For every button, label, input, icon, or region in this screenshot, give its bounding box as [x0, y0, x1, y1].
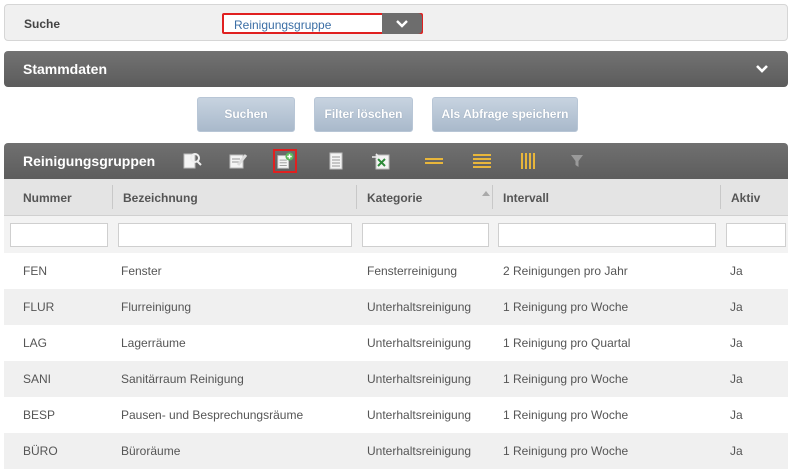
cell-bezeichnung: Lagerräume: [121, 336, 186, 350]
cell-aktiv: Ja: [730, 264, 743, 278]
cell-bezeichnung: Fenster: [121, 264, 162, 278]
search-label: Suche: [24, 17, 61, 31]
cell-bezeichnung: Flurreinigung: [121, 300, 192, 314]
stammdaten-panel-header[interactable]: Stammdaten: [4, 51, 788, 87]
add-doc-icon[interactable]: [273, 149, 297, 173]
column-header-bezeichnung[interactable]: Bezeichnung: [123, 191, 198, 205]
cell-aktiv: Ja: [730, 408, 743, 422]
cell-kategorie: Unterhaltsreinigung: [367, 408, 472, 422]
cell-kategorie: Unterhaltsreinigung: [367, 372, 472, 386]
column-header-aktiv[interactable]: Aktiv: [731, 191, 760, 205]
cell-bezeichnung: Büroräume: [121, 444, 181, 458]
document-icon[interactable]: [324, 149, 348, 173]
table-row[interactable]: BESP Pausen- und Besprechungsräume Unterha…: [4, 397, 788, 433]
cell-aktiv: Ja: [730, 300, 743, 314]
cell-intervall: 2 Reinigungen pro Jahr: [503, 264, 628, 278]
clear-filter-button[interactable]: Filter löschen: [314, 97, 413, 132]
filter-bezeichnung-input[interactable]: [118, 223, 352, 247]
cell-nummer: BÜRO: [23, 444, 58, 458]
grid-column-headers: Nummer Bezeichnung Kategorie Intervall A…: [4, 179, 788, 216]
filter-intervall-input[interactable]: [498, 223, 716, 247]
stammdaten-title: Stammdaten: [23, 61, 108, 77]
cell-nummer: LAG: [23, 336, 48, 350]
chevron-down-icon: [396, 20, 408, 28]
cell-intervall: 1 Reinigung pro Woche: [503, 372, 629, 386]
cell-kategorie: Unterhaltsreinigung: [367, 336, 472, 350]
edit-doc-icon[interactable]: [226, 149, 250, 173]
cell-aktiv: Ja: [730, 444, 743, 458]
filter-icon[interactable]: [565, 149, 589, 173]
columns-icon[interactable]: [517, 149, 541, 173]
filter-nummer-input[interactable]: [10, 223, 108, 247]
table-row[interactable]: FLUR Flurreinigung Unterhaltsreinigung 1 Re…: [4, 289, 788, 325]
column-header-kategorie[interactable]: Kategorie: [367, 191, 422, 205]
rows-view-icon[interactable]: [470, 149, 494, 173]
table-row[interactable]: BÜRO Büroräume Unterhaltsreinigung 1 Reinig…: [4, 433, 788, 469]
cell-nummer: FEN: [23, 264, 47, 278]
excel-export-icon[interactable]: [370, 149, 394, 173]
column-header-nummer[interactable]: Nummer: [23, 191, 72, 205]
search-bar: Suche Reinigungsgruppe: [4, 4, 788, 41]
table-row[interactable]: LAG Lagerräume Unterhaltsreinigung 1 Reinig…: [4, 325, 788, 361]
cell-aktiv: Ja: [730, 372, 743, 386]
column-header-intervall[interactable]: Intervall: [503, 191, 549, 205]
cell-nummer: BESP: [23, 408, 56, 422]
cell-nummer: SANI: [23, 372, 52, 386]
grid-toolbar: Reinigungsgruppen: [4, 143, 788, 179]
cell-kategorie: Fensterreinigung: [367, 264, 458, 278]
cell-bezeichnung: Pausen- und Besprechungsräume: [121, 408, 304, 422]
table-row[interactable]: FEN Fenster Fensterreinigung 2 Reinigungen …: [4, 253, 788, 289]
search-type-dropdown-button[interactable]: [382, 13, 422, 34]
sort-asc-icon: [482, 185, 490, 199]
grid-title: Reinigungsgruppen: [23, 153, 156, 169]
cell-intervall: 1 Reinigung pro Quartal: [503, 336, 631, 350]
filter-kategorie-input[interactable]: [362, 223, 489, 247]
table-row[interactable]: SANI Sanitärraum Reinigung Unterhaltsreini…: [4, 361, 788, 397]
cell-intervall: 1 Reinigung pro Woche: [503, 300, 629, 314]
compact-view-icon[interactable]: [422, 149, 446, 173]
cell-intervall: 1 Reinigung pro Woche: [503, 444, 629, 458]
chevron-down-icon[interactable]: [756, 60, 768, 76]
search-doc-icon[interactable]: [180, 149, 204, 173]
grid-filter-row: [4, 216, 788, 253]
cell-kategorie: Unterhaltsreinigung: [367, 444, 472, 458]
cell-intervall: 1 Reinigung pro Woche: [503, 408, 629, 422]
cell-bezeichnung: Sanitärraum Reinigung: [121, 372, 244, 386]
filter-aktiv-input[interactable]: [726, 223, 786, 247]
save-as-query-button[interactable]: Als Abfrage speichern: [432, 97, 578, 132]
cell-aktiv: Ja: [730, 336, 743, 350]
cell-kategorie: Unterhaltsreinigung: [367, 300, 472, 314]
search-button[interactable]: Suchen: [197, 97, 295, 132]
search-type-value: Reinigungsgruppe: [234, 18, 332, 32]
cell-nummer: FLUR: [23, 300, 55, 314]
